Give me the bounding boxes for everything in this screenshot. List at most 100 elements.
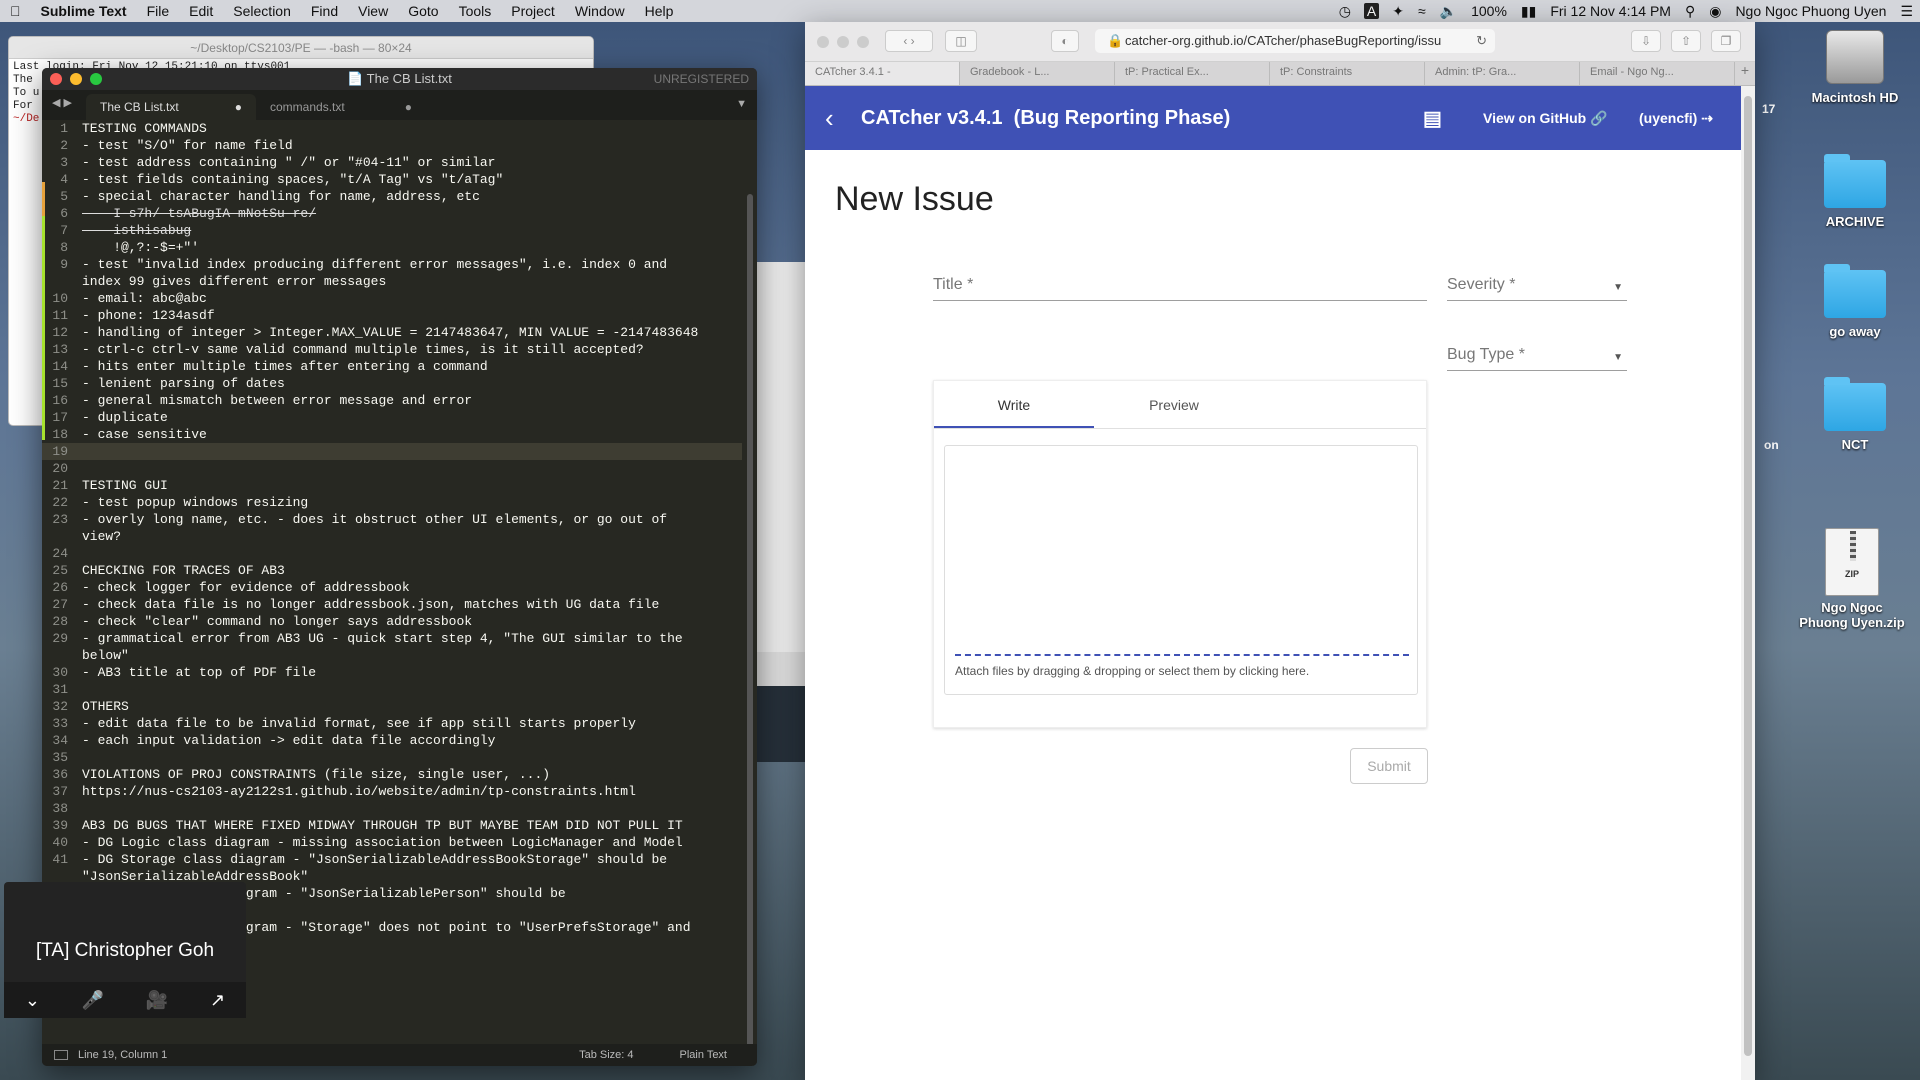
minimize-button[interactable] bbox=[837, 36, 849, 48]
syntax-selector[interactable]: Plain Text bbox=[680, 1049, 728, 1061]
close-button[interactable] bbox=[50, 73, 62, 85]
share-icon[interactable]: ↗ bbox=[210, 990, 225, 1011]
code-line[interactable]: 18 - case sensitive bbox=[42, 426, 742, 443]
code-line[interactable]: 1 TESTING COMMANDS bbox=[42, 120, 742, 137]
mic-muted-icon[interactable]: 🎤 bbox=[82, 990, 104, 1011]
code-line[interactable]: 30 - AB3 title at top of PDF file bbox=[42, 664, 742, 681]
downloads-icon[interactable]: ⇩ bbox=[1631, 30, 1661, 52]
tab-cb-list[interactable]: The CB List.txt ● bbox=[86, 94, 256, 120]
menu-view[interactable]: View bbox=[348, 3, 398, 19]
new-tab-icon[interactable]: + bbox=[1735, 62, 1755, 85]
code-line[interactable]: 17 - duplicate bbox=[42, 409, 742, 426]
code-line[interactable]: 7 isthisabug bbox=[42, 222, 742, 239]
minimize-button[interactable] bbox=[70, 73, 82, 85]
code-line[interactable]: 25 CHECKING FOR TRACES OF AB3 bbox=[42, 562, 742, 579]
tab-commands[interactable]: commands.txt ● bbox=[256, 94, 426, 120]
input-source-icon[interactable]: A bbox=[1363, 3, 1380, 19]
apple-icon[interactable]:  bbox=[0, 3, 31, 19]
video-icon[interactable]: 🎥 bbox=[146, 990, 168, 1011]
spotlight-icon[interactable]: ⚲ bbox=[1678, 3, 1702, 20]
siri-icon[interactable]: ◉ bbox=[1702, 3, 1728, 20]
zoom-video-panel[interactable]: [TA] Christopher Goh ⌄ 🎤 🎥 ↗ bbox=[4, 882, 246, 1018]
tab-write[interactable]: Write bbox=[934, 381, 1094, 428]
code-line[interactable]: 38 bbox=[42, 800, 742, 817]
menu-edit[interactable]: Edit bbox=[179, 3, 223, 19]
code-line[interactable]: 32 OTHERS bbox=[42, 698, 742, 715]
menu-file[interactable]: File bbox=[137, 3, 180, 19]
tab-nav-arrows[interactable]: ◀ ▶ bbox=[52, 96, 72, 109]
unsaved-dot-icon[interactable]: ● bbox=[235, 100, 242, 114]
code-line[interactable]: 4 - test fields containing spaces, "t/A T… bbox=[42, 171, 742, 188]
code-line[interactable]: 5 - special character handling for name, … bbox=[42, 188, 742, 205]
code-line[interactable]: 31 bbox=[42, 681, 742, 698]
bug-type-select[interactable]: Bug Type * ▼ bbox=[1447, 346, 1627, 371]
unsaved-dot-icon[interactable]: ● bbox=[405, 100, 412, 114]
severity-select[interactable]: Severity * ▼ bbox=[1447, 276, 1627, 301]
code-line[interactable]: 35 bbox=[42, 749, 742, 766]
desktop-folder-nct[interactable]: NCT bbox=[1800, 377, 1910, 452]
menu-selection[interactable]: Selection bbox=[223, 3, 301, 19]
url-bar[interactable]: 🔒 catcher-org.github.io/CATcher/phaseBug… bbox=[1095, 29, 1495, 53]
zoom-button[interactable] bbox=[90, 73, 102, 85]
browser-tab[interactable]: Email - Ngo Ng... bbox=[1580, 62, 1735, 85]
battery-percent[interactable]: 100% bbox=[1464, 3, 1514, 19]
control-center-icon[interactable]: ☰ bbox=[1893, 3, 1920, 20]
chevron-down-icon[interactable]: ⌄ bbox=[25, 990, 40, 1011]
clock[interactable]: Fri 12 Nov 4:14 PM bbox=[1543, 3, 1678, 19]
code-line[interactable]: 6 I-s7h/ tsABugIA mNotSu-re/ bbox=[42, 205, 742, 222]
tab-preview[interactable]: Preview bbox=[1094, 381, 1254, 428]
code-line[interactable]: 24 bbox=[42, 545, 742, 562]
code-line[interactable]: 14 - hits enter multiple times after ente… bbox=[42, 358, 742, 375]
code-line[interactable]: 39 AB3 DG BUGS THAT WHERE FIXED MIDWAY TH… bbox=[42, 817, 742, 834]
menu-window[interactable]: Window bbox=[565, 3, 635, 19]
page-scrollbar[interactable] bbox=[1741, 86, 1755, 1080]
code-line[interactable]: 33 - edit data file to be invalid format,… bbox=[42, 715, 742, 732]
code-line[interactable]: 9 - test "invalid index producing differe… bbox=[42, 256, 742, 273]
code-line[interactable]: 22 - test popup windows resizing bbox=[42, 494, 742, 511]
code-line[interactable]: 15 - lenient parsing of dates bbox=[42, 375, 742, 392]
desktop-folder-go-away[interactable]: go away bbox=[1800, 264, 1910, 339]
code-line[interactable]: 8 !@,?:-$=+"' bbox=[42, 239, 742, 256]
desktop-hdd[interactable]: Macintosh HD bbox=[1800, 30, 1910, 105]
code-line[interactable]: 3 - test address containing " /" or "#04-… bbox=[42, 154, 742, 171]
code-line[interactable]: 19 bbox=[42, 443, 742, 460]
editor-scrollbar[interactable] bbox=[747, 194, 753, 1066]
wifi-icon[interactable]: ≈ bbox=[1411, 3, 1433, 19]
desktop-folder-archive[interactable]: ARCHIVE bbox=[1800, 154, 1910, 229]
user-menu[interactable]: Ngo Ngoc Phuong Uyen bbox=[1728, 3, 1893, 19]
menu-project[interactable]: Project bbox=[501, 3, 565, 19]
logout-button[interactable]: (uyencfi) ⇢ bbox=[1639, 110, 1713, 127]
reload-icon[interactable]: ↻ bbox=[1476, 29, 1487, 53]
back-forward-buttons[interactable]: ‹ › bbox=[885, 30, 933, 52]
menu-help[interactable]: Help bbox=[635, 3, 684, 19]
app-menu[interactable]: Sublime Text bbox=[31, 3, 137, 19]
browser-tab[interactable]: Gradebook - L... bbox=[960, 62, 1115, 85]
code-line[interactable]: 29 - grammatical error from AB3 UG - quic… bbox=[42, 630, 742, 647]
code-line[interactable]: 40 - DG Logic class diagram - missing ass… bbox=[42, 834, 742, 851]
battery-icon[interactable]: ▮▮ bbox=[1514, 3, 1543, 20]
code-line[interactable]: 27 - check data file is no longer address… bbox=[42, 596, 742, 613]
tab-list-dropdown[interactable]: ▼ bbox=[736, 98, 747, 110]
desktop-zip-file[interactable]: ZIP Ngo Ngoc Phuong Uyen.zip bbox=[1797, 528, 1907, 630]
browser-tab[interactable]: CATcher 3.4.1 - bbox=[805, 62, 960, 85]
tabs-overview-icon[interactable]: ❐ bbox=[1711, 30, 1741, 52]
network-icon[interactable]: ✦ bbox=[1385, 3, 1411, 20]
time-machine-icon[interactable]: ◷ bbox=[1332, 3, 1358, 20]
code-line[interactable]: 16 - general mismatch between error messa… bbox=[42, 392, 742, 409]
privacy-shield-icon[interactable]: ◐ bbox=[1051, 30, 1079, 52]
description-textarea[interactable]: Attach files by dragging & dropping or s… bbox=[944, 445, 1418, 695]
sidebar-icon[interactable]: ◫ bbox=[945, 30, 977, 52]
code-line[interactable]: 37 https://nus-cs2103-ay2122s1.github.io/… bbox=[42, 783, 742, 800]
zoom-button[interactable] bbox=[857, 36, 869, 48]
code-line[interactable]: 10 - email: abc@abc bbox=[42, 290, 742, 307]
title-input[interactable]: Title * bbox=[933, 276, 1427, 301]
code-line[interactable]: 36 VIOLATIONS OF PROJ CONSTRAINTS (file s… bbox=[42, 766, 742, 783]
code-line[interactable]: below" bbox=[42, 647, 742, 664]
volume-icon[interactable]: 🔈 bbox=[1433, 3, 1464, 20]
menu-find[interactable]: Find bbox=[301, 3, 348, 19]
menu-tools[interactable]: Tools bbox=[449, 3, 502, 19]
code-line[interactable]: 41 - DG Storage class diagram - "JsonSeri… bbox=[42, 851, 742, 868]
code-line[interactable]: 21 TESTING GUI bbox=[42, 477, 742, 494]
browser-tab[interactable]: Admin: tP: Gra... bbox=[1425, 62, 1580, 85]
code-line[interactable]: 20 bbox=[42, 460, 742, 477]
